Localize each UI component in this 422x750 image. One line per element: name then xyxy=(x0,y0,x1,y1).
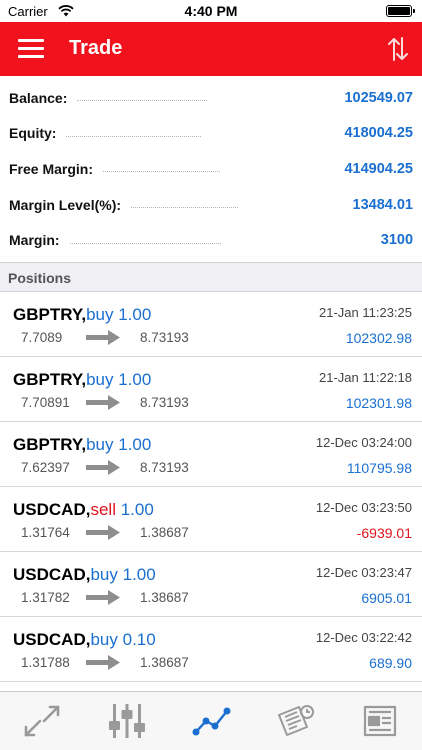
equity-row: Equity: 418004.25 xyxy=(9,116,413,152)
open-price: 1.31764 xyxy=(21,524,70,540)
free-margin-value: 414904.25 xyxy=(344,160,413,177)
quotes-icon xyxy=(24,705,60,737)
clock: 4:40 PM xyxy=(184,3,238,19)
open-price: 1.31782 xyxy=(21,589,70,605)
margin-value: 3100 xyxy=(380,232,414,249)
table-row[interactable]: GBPTRY,buy 1.00 7.62397 8.73193 12-Dec 03:2… xyxy=(0,422,422,487)
table-row[interactable]: GBPTRY,buy 1.00 7.7089 8.73193 21-Jan 11:23… xyxy=(0,292,422,357)
arrow-right-icon xyxy=(86,589,120,605)
table-row[interactable]: GBPTRY,buy 1.00 7.70891 8.73193 21-Jan 11:2… xyxy=(0,357,422,422)
position-side: sell xyxy=(90,499,116,519)
open-time: 21-Jan 11:23:25 xyxy=(319,304,412,320)
current-price: 8.73193 xyxy=(140,394,189,410)
account-summary: Balance: 102549.07 Equity: 418004.25 Fre… xyxy=(0,76,422,258)
current-price: 1.38687 xyxy=(140,654,189,670)
open-time: 12-Dec 03:23:50 xyxy=(315,499,412,515)
history-icon xyxy=(278,705,315,736)
menu-icon[interactable] xyxy=(18,39,44,59)
news-icon xyxy=(363,705,396,737)
margin-row: Margin: 3100 xyxy=(9,222,413,258)
tab-chart-settings[interactable] xyxy=(102,699,152,743)
position-lots: 1.00 xyxy=(117,564,156,584)
position-profit: 6905.01 xyxy=(361,589,412,606)
tab-bar xyxy=(0,691,422,750)
tab-quotes[interactable] xyxy=(17,699,67,743)
margin-level-label: Margin Level(%): xyxy=(9,196,122,213)
margin-level-row: Margin Level(%): 13484.01 xyxy=(9,187,413,223)
chart-settings-icon xyxy=(108,704,145,738)
position-lots: 0.10 xyxy=(117,629,156,649)
positions-header: Positions xyxy=(0,261,422,292)
arrow-right-icon xyxy=(86,329,120,345)
arrow-right-icon xyxy=(86,394,120,410)
margin-level-value: 13484.01 xyxy=(352,196,413,213)
position-profit: 102301.98 xyxy=(345,394,412,411)
equity-value: 418004.25 xyxy=(344,125,413,142)
position-symbol: GBPTRY,buy 1.00 xyxy=(13,434,152,454)
page-title: Trade xyxy=(69,37,123,59)
position-profit: -6939.01 xyxy=(356,524,412,541)
battery-icon xyxy=(386,5,415,17)
arrow-right-icon xyxy=(86,524,120,540)
open-time: 12-Dec 03:23:47 xyxy=(315,564,412,580)
position-profit: 102302.98 xyxy=(345,329,412,346)
position-lots: 1.00 xyxy=(113,304,152,324)
position-symbol: GBPTRY,buy 1.00 xyxy=(13,369,152,389)
balance-value: 102549.07 xyxy=(344,89,413,106)
position-profit: 689.90 xyxy=(369,654,412,671)
open-price: 7.7089 xyxy=(21,329,63,345)
sort-icon[interactable] xyxy=(386,35,410,63)
position-side: buy xyxy=(86,434,114,454)
open-price: 1.31788 xyxy=(21,654,70,670)
open-time: 12-Dec 03:24:00 xyxy=(315,434,412,450)
balance-label: Balance: xyxy=(9,89,68,106)
equity-label: Equity: xyxy=(9,125,57,142)
position-side: buy xyxy=(86,369,114,389)
tab-trade[interactable] xyxy=(186,699,236,743)
open-price: 7.62397 xyxy=(21,459,70,475)
positions-list: GBPTRY,buy 1.00 7.7089 8.73193 21-Jan 11:23… xyxy=(0,292,422,682)
current-price: 8.73193 xyxy=(140,329,189,345)
balance-row: Balance: 102549.07 xyxy=(9,80,413,116)
table-row[interactable]: USDCAD,sell 1.00 1.31764 1.38687 12-Dec 03:… xyxy=(0,487,422,552)
free-margin-row: Free Margin: 414904.25 xyxy=(9,151,413,187)
position-symbol: USDCAD,buy 0.10 xyxy=(13,629,156,649)
arrow-right-icon xyxy=(86,459,120,475)
position-side: buy xyxy=(90,564,118,584)
status-bar: Carrier 4:40 PM xyxy=(0,0,422,22)
free-margin-label: Free Margin: xyxy=(9,160,94,177)
app-bar: Trade xyxy=(0,22,422,76)
position-lots: 1.00 xyxy=(113,369,152,389)
trade-icon xyxy=(192,707,231,736)
position-profit: 110795.98 xyxy=(346,459,412,476)
position-symbol: USDCAD,buy 1.00 xyxy=(13,564,156,584)
table-row[interactable]: USDCAD,buy 1.00 1.31782 1.38687 12-Dec 03:2… xyxy=(0,552,422,617)
open-price: 7.70891 xyxy=(21,394,70,410)
open-time: 21-Jan 11:22:18 xyxy=(319,369,412,385)
position-lots: 1.00 xyxy=(115,499,154,519)
position-side: buy xyxy=(86,304,114,324)
current-price: 1.38687 xyxy=(140,524,189,540)
tab-history[interactable] xyxy=(270,699,320,743)
margin-label: Margin: xyxy=(9,232,60,249)
current-price: 1.38687 xyxy=(140,589,189,605)
position-side: buy xyxy=(90,629,118,649)
position-symbol: GBPTRY,buy 1.00 xyxy=(13,304,152,324)
open-time: 12-Dec 03:22:42 xyxy=(315,629,412,645)
tab-news[interactable] xyxy=(355,699,405,743)
arrow-right-icon xyxy=(86,654,120,670)
position-symbol: USDCAD,sell 1.00 xyxy=(13,499,154,519)
current-price: 8.73193 xyxy=(140,459,189,475)
position-lots: 1.00 xyxy=(113,434,152,454)
table-row[interactable]: USDCAD,buy 0.10 1.31788 1.38687 12-Dec 03:2… xyxy=(0,617,422,682)
